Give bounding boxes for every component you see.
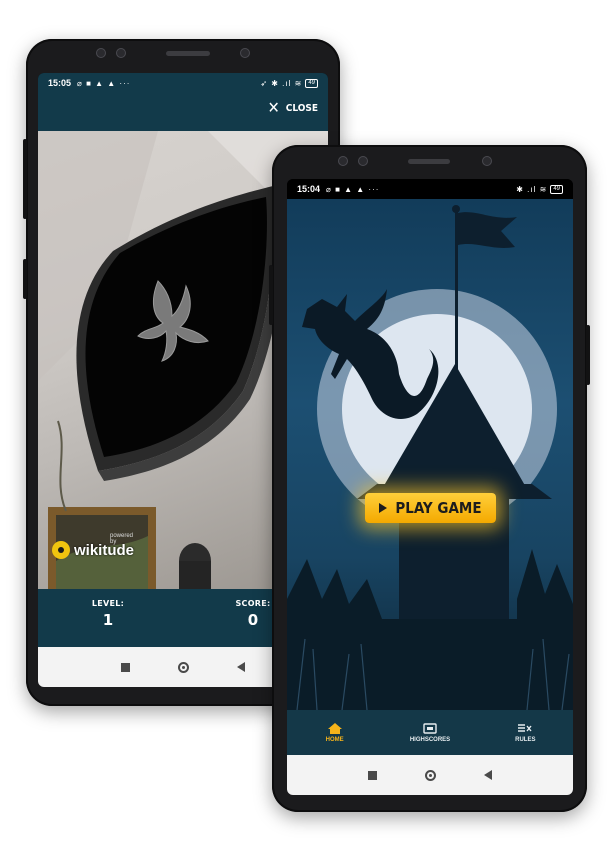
phone-side-button [586,325,590,385]
level-stat: LEVEL: 1 [78,599,138,629]
smart-speaker [179,543,211,589]
phone-side-button [269,265,273,325]
phone-camera [482,156,492,166]
home-screen: 15:04 ⌀ ■ ▲ ▲ ··· ✱ .ıl ≋ 49 PLAY GAME H… [287,179,573,795]
bottom-tab-bar: HOME HIGHSCORES RULES [287,710,573,755]
close-label: CLOSE [285,102,318,114]
ar-header: 15:05 ⌀ ■ ▲ ▲ ··· ➶ ✱ .ıl ≋ 49 ✕ CLOSE [38,73,328,131]
status-notification-icons: ⌀ ■ ▲ ▲ ··· [77,78,131,88]
recents-button[interactable] [368,770,377,780]
castle-illustration [287,205,573,710]
phone-sensor [338,156,348,166]
phone-camera [240,48,250,58]
android-navbar [287,755,573,795]
phone-sensor [96,48,106,58]
tab-home-label: HOME [325,736,344,743]
status-time: 15:04 [297,184,321,194]
recents-button[interactable] [121,662,130,672]
phone-side-button [23,139,27,219]
back-button[interactable] [484,770,492,780]
home-nav-button[interactable] [178,661,189,673]
wikitude-logo-icon [52,541,70,559]
status-time: 15:05 [48,78,72,88]
tab-rules[interactable]: RULES [478,710,573,755]
close-button[interactable]: ✕ CLOSE [267,98,318,117]
phone-speaker [166,51,210,56]
game-home-scene: PLAY GAME [287,199,573,710]
play-game-label: PLAY GAME [395,499,482,517]
level-value: 1 [102,611,114,629]
back-button[interactable] [237,662,245,672]
status-bar: 15:05 ⌀ ■ ▲ ▲ ··· ➶ ✱ .ıl ≋ 49 [38,73,328,93]
trophy-icon [423,722,437,734]
wikitude-watermark: powered by wikitude [52,533,134,559]
status-notification-icons: ⌀ ■ ▲ ▲ ··· [326,184,380,194]
plant-stem [57,420,67,512]
phone-sensor [358,156,368,166]
tab-highscores-label: HIGHSCORES [409,736,451,743]
status-system-icons: ✱ .ıl ≋ [516,184,548,194]
powered-by-text: powered by [110,533,134,545]
tab-highscores[interactable]: HIGHSCORES [382,710,477,755]
home-nav-button[interactable] [425,769,436,781]
close-icon: ✕ [267,98,280,117]
battery-icon: 49 [550,184,563,194]
phone-home-view: 15:04 ⌀ ■ ▲ ▲ ··· ✱ .ıl ≋ 49 PLAY GAME H… [269,145,590,812]
tab-rules-label: RULES [515,736,536,743]
rules-icon [518,723,532,732]
phone-sensor [116,48,126,58]
battery-icon: 49 [305,78,318,88]
phone-speaker [408,159,450,164]
play-icon [379,503,388,513]
status-bar: 15:04 ⌀ ■ ▲ ▲ ··· ✱ .ıl ≋ 49 [287,179,573,199]
tab-home[interactable]: HOME [287,710,382,755]
home-icon [327,722,342,734]
level-label: LEVEL: [91,599,125,608]
phone-side-button [23,259,27,299]
status-system-icons: ➶ ✱ .ıl ≋ [260,78,303,88]
play-game-button[interactable]: PLAY GAME [365,493,496,523]
